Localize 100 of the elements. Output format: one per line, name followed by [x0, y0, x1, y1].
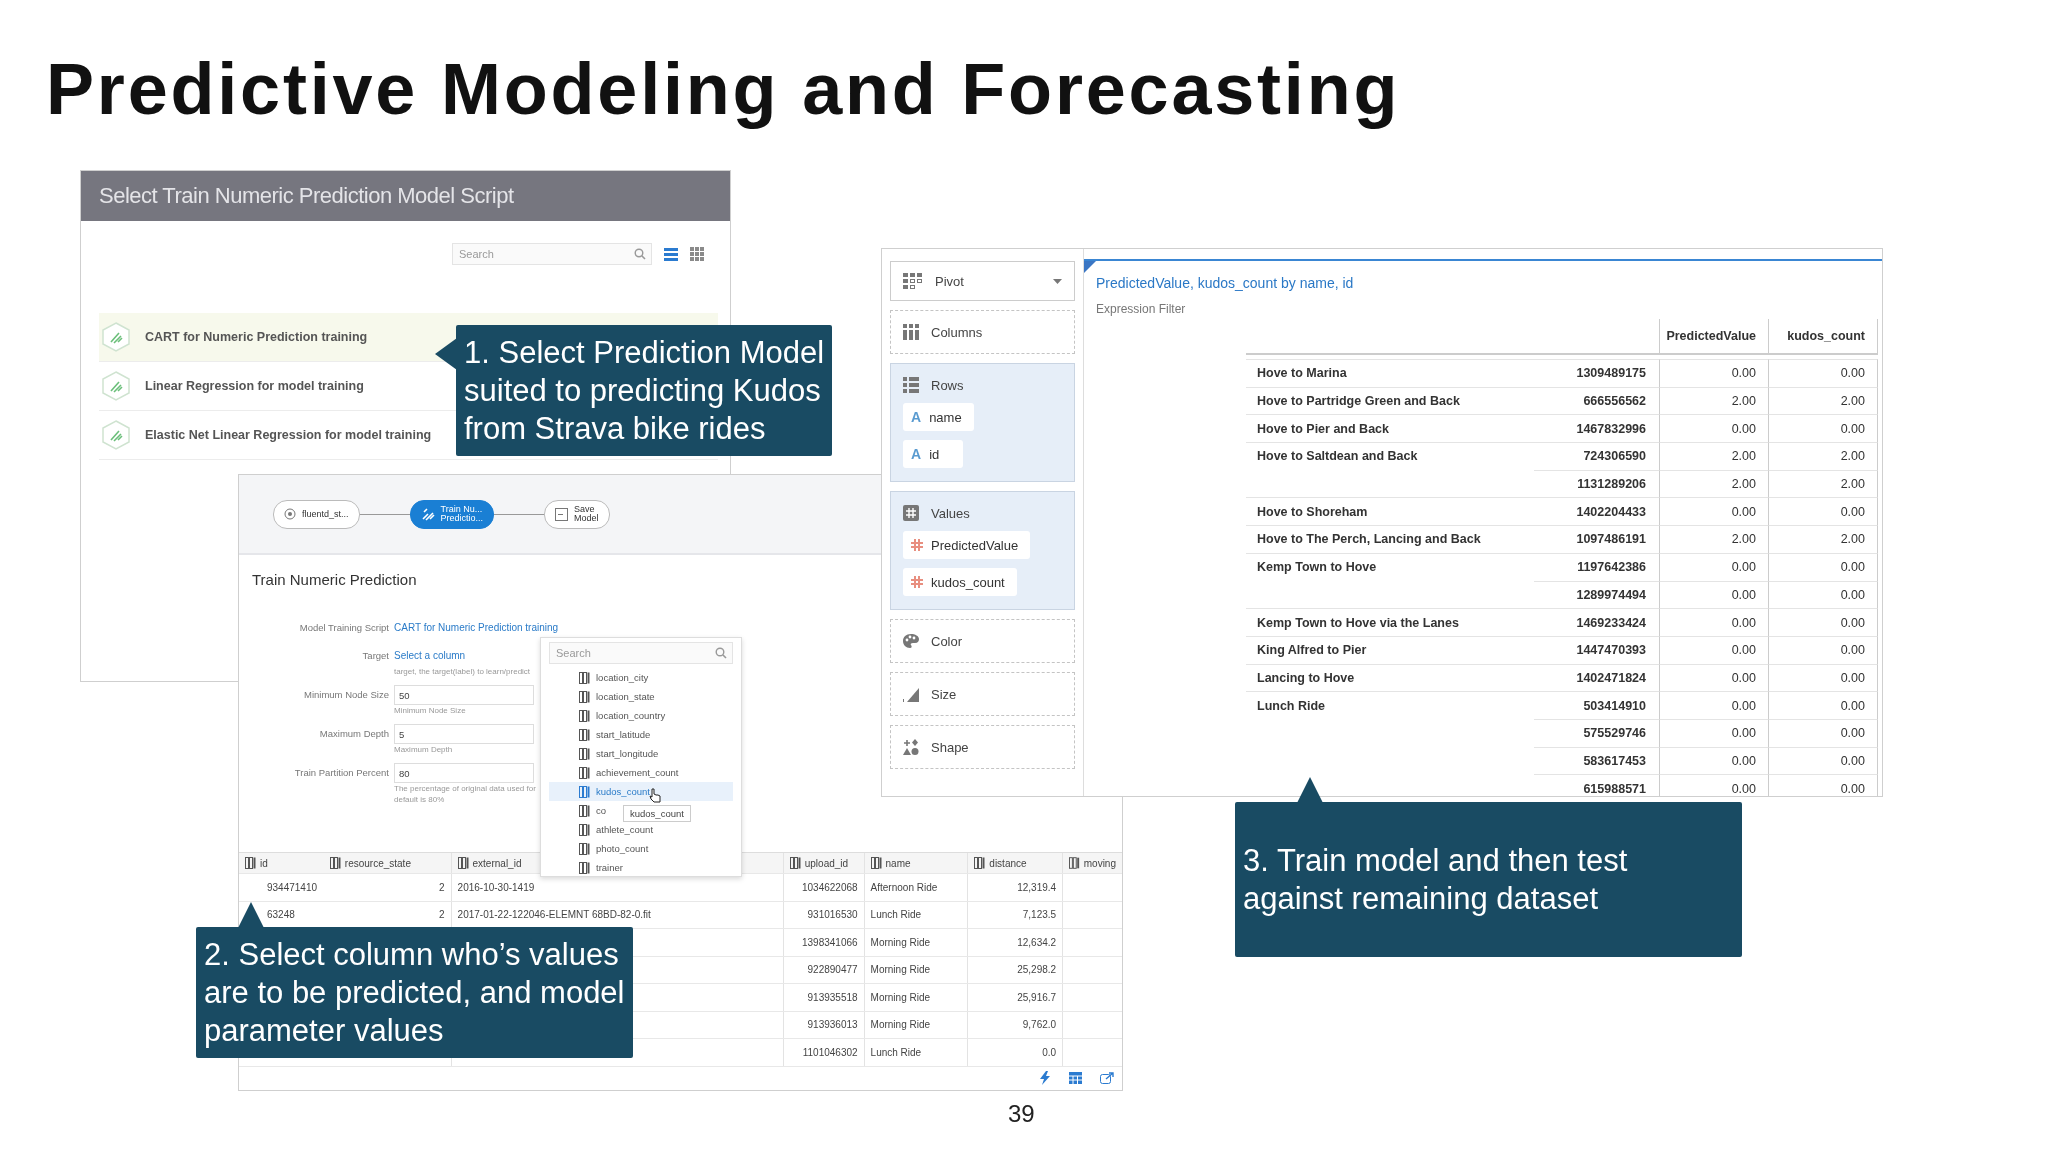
column-icon [579, 842, 590, 855]
table-cell: 1398341066 [801, 936, 858, 948]
table-cell: Lunch Ride [870, 1046, 922, 1058]
table-cell: 0.00 [1731, 504, 1756, 519]
shelf-panel[interactable]: Shape [890, 725, 1075, 769]
field-label: Target [361, 649, 389, 663]
column-header: distance [989, 857, 1027, 869]
column-option[interactable]: location_state [549, 687, 659, 706]
result-title[interactable]: PredictedValue, kudos_count by name, id [1096, 275, 1882, 291]
search-field[interactable]: Search [452, 243, 652, 265]
column-icon [579, 823, 590, 836]
input-field[interactable]: 80 [394, 763, 534, 783]
table-cell: 1402471824 [1576, 670, 1646, 685]
table-cell: 1309489175 [1576, 366, 1646, 381]
input-field[interactable]: 50 [394, 685, 534, 705]
bolt-icon[interactable] [1039, 1071, 1051, 1086]
table-cell: 1034622068 [801, 881, 858, 893]
table-cell: Afternoon Ride [870, 881, 938, 893]
shelf-panel[interactable]: Rows A name A id [890, 363, 1075, 482]
field-pill[interactable]: A name [903, 403, 974, 431]
shelf-label: Rows [931, 377, 964, 393]
hash-icon [911, 576, 923, 588]
corner-marker [1084, 261, 1096, 273]
palette-icon [903, 633, 919, 649]
table-cell: 2.00 [1731, 394, 1756, 409]
column-option[interactable]: start_latitude [549, 725, 655, 744]
table-cell: Kemp Town to Hove [1257, 560, 1377, 575]
shelf-label: Color [931, 633, 963, 649]
link[interactable]: Select a column [394, 646, 531, 666]
table-cell: 615988571 [1583, 781, 1646, 796]
pivot-icon [903, 273, 923, 289]
share-icon[interactable] [1100, 1072, 1114, 1085]
field-pill[interactable]: A id [903, 440, 963, 468]
field-pill[interactable]: PredictedValue [903, 531, 1031, 559]
column-option[interactable]: co [549, 801, 611, 820]
shelf-label: Shape [931, 739, 969, 755]
workflow-node[interactable]: fluentd_st... [273, 499, 360, 529]
table-cell: 0.00 [1840, 421, 1865, 436]
shelf-panel[interactable]: Values PredictedValue kudos_count [890, 491, 1075, 610]
table-cell: 1197642386 [1577, 560, 1646, 575]
column-option[interactable]: achievement_count [549, 763, 683, 782]
form-title: Train Numeric Prediction [252, 571, 417, 588]
callout-pointer [435, 338, 457, 370]
table-cell: 666556562 [1583, 394, 1646, 409]
table-cell: 2016-10-30-1419 [457, 881, 535, 893]
grid-view-icon[interactable] [690, 247, 704, 261]
column-icon [974, 857, 986, 869]
column-option[interactable]: photo_count [549, 839, 653, 858]
table-cell: 2.00 [1840, 449, 1865, 464]
link[interactable]: CART for Numeric Prediction training [394, 618, 559, 638]
hexagon-icon [101, 322, 131, 352]
table-cell: 2.00 [1731, 532, 1756, 547]
table-cell: 1097486191 [1576, 532, 1646, 547]
shelf-panel[interactable]: Size [890, 672, 1075, 716]
help-text: target, the target(label) to learn/predict [394, 666, 531, 677]
table-cell: 0.00 [1731, 643, 1756, 658]
column-icon [1069, 857, 1080, 869]
square-icon [555, 507, 569, 521]
table-cell: Morning Ride [870, 991, 931, 1003]
table-cell: 1101046302 [802, 1046, 858, 1058]
field-label: Minimum Node Size [303, 688, 389, 702]
shelf-panel[interactable]: Color [890, 619, 1075, 663]
table-cell: 63248 [267, 909, 295, 921]
shelf-label: Size [931, 686, 957, 702]
sparkle-icon [420, 507, 435, 521]
chart-type-dropdown[interactable]: Pivot [890, 261, 1075, 301]
table-cell: 2.00 [1731, 477, 1756, 492]
hexagon-icon [101, 420, 131, 450]
column-option[interactable]: kudos_count [549, 782, 733, 801]
field-label: Model Training Script [298, 621, 389, 635]
table-cell: 0.0 [1042, 1046, 1057, 1058]
column-option[interactable]: start_longitude [549, 744, 663, 763]
search-field[interactable]: Search [549, 642, 733, 664]
column-option[interactable]: trainer [549, 858, 627, 877]
workflow-node[interactable]: Save Model [544, 499, 610, 529]
field-pill[interactable]: kudos_count [903, 568, 1017, 596]
column-icon [579, 785, 590, 798]
table-icon[interactable] [1069, 1072, 1082, 1085]
shelf-panel[interactable]: Columns [890, 310, 1075, 354]
column-icon [579, 861, 590, 874]
help-text: The percentage of original data used for [394, 783, 536, 794]
column-icon [789, 857, 801, 869]
table-cell: 2.00 [1840, 477, 1865, 492]
table-cell: 2.00 [1840, 394, 1865, 409]
column-option[interactable]: athlete_count [549, 820, 658, 839]
list-view-icon[interactable] [664, 247, 678, 261]
callout-pointer [1297, 777, 1323, 803]
table-cell: 0.00 [1731, 753, 1756, 768]
callout-pointer [238, 902, 264, 928]
hash-icon [911, 539, 923, 551]
table-cell: 0.00 [1731, 615, 1756, 630]
table-cell: Morning Ride [870, 964, 931, 976]
column-option[interactable]: location_city [549, 668, 653, 687]
table-cell: Lunch Ride [1257, 698, 1326, 713]
table-cell: 583617453 [1583, 753, 1646, 768]
workflow-node[interactable]: Train Nu... Predictio... [409, 499, 495, 529]
column-option[interactable]: location_country [549, 706, 670, 725]
table-cell: Morning Ride [870, 936, 931, 948]
input-field[interactable]: 5 [394, 724, 534, 744]
table-cell: 913936013 [807, 1019, 858, 1031]
